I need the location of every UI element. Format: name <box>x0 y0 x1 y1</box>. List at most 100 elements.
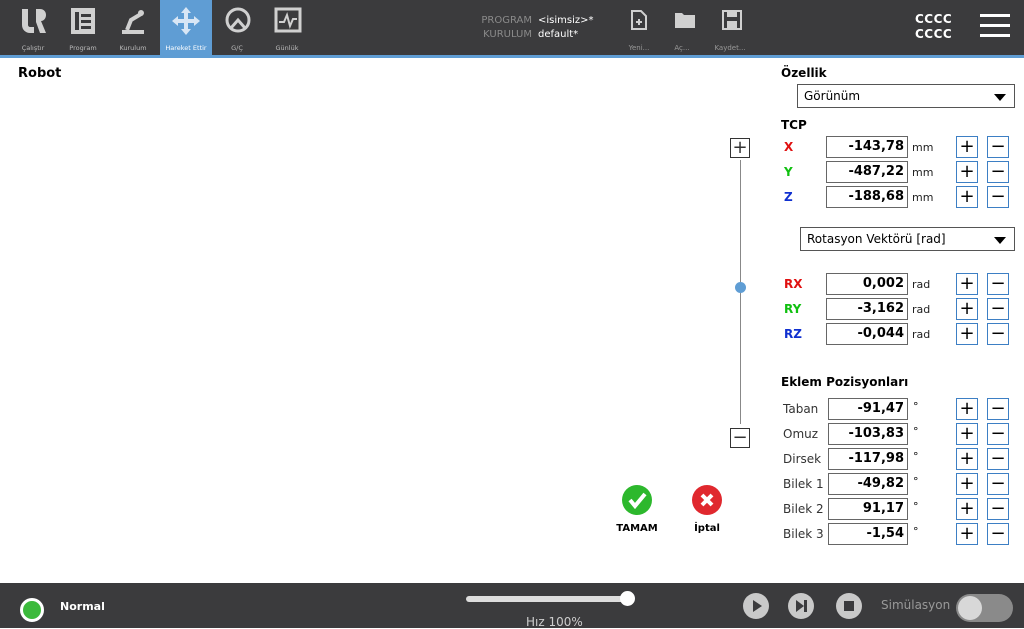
menu-icon[interactable] <box>980 14 1010 38</box>
tcp-title: TCP <box>781 118 807 132</box>
move-arrows-icon <box>172 7 200 35</box>
tcp-rx-plus-button[interactable]: + <box>956 273 978 295</box>
nav-move-label: Hareket Ettir <box>165 44 207 52</box>
joint-wrist1-unit: ° <box>913 475 919 488</box>
tcp-y-label: Y <box>784 165 793 179</box>
tcp-rz-unit: rad <box>912 328 931 341</box>
stop-icon <box>844 601 854 611</box>
joint-wrist1-minus-button[interactable]: − <box>987 473 1009 495</box>
cancel-button[interactable]: İptal <box>677 485 737 540</box>
joint-wrist3-plus-button[interactable]: + <box>956 523 978 545</box>
joint-positions-title: Eklem Pozisyonları <box>781 375 909 389</box>
joint-shoulder-unit: ° <box>913 425 919 438</box>
tcp-x-plus-button[interactable]: + <box>956 136 978 158</box>
nav-run[interactable]: Çalıştır <box>8 0 58 55</box>
status-indicator-icon[interactable] <box>20 598 44 622</box>
tcp-ry-label: RY <box>784 302 802 316</box>
joint-wrist2-label: Bilek 2 <box>783 502 824 516</box>
log-icon <box>274 7 302 33</box>
tcp-z-field[interactable]: -188,68 <box>826 186 908 208</box>
new-file-icon <box>631 10 647 30</box>
joint-shoulder-field[interactable]: -103,83 <box>828 423 908 445</box>
tcp-x-field[interactable]: -143,78 <box>826 136 908 158</box>
zoom-slider-knob[interactable] <box>735 282 746 293</box>
joint-elbow-minus-button[interactable]: − <box>987 448 1009 470</box>
joint-wrist1-plus-button[interactable]: + <box>956 473 978 495</box>
joint-base-label: Taban <box>783 402 819 416</box>
joint-elbow-field[interactable]: -117,98 <box>828 448 908 470</box>
tcp-rx-label: RX <box>784 277 803 291</box>
speed-slider[interactable] <box>466 596 630 602</box>
user-line-1: CCCC <box>915 12 953 26</box>
nav-move[interactable]: Hareket Ettir <box>160 0 212 55</box>
tcp-rz-plus-button[interactable]: + <box>956 323 978 345</box>
tcp-ry-plus-button[interactable]: + <box>956 298 978 320</box>
cancel-label: İptal <box>694 523 720 534</box>
folder-icon <box>675 13 695 28</box>
tcp-rz-field[interactable]: -0,044 <box>826 323 908 345</box>
nav-installation-label: Kurulum <box>119 44 147 52</box>
tcp-ry-minus-button[interactable]: − <box>987 298 1009 320</box>
feature-title: Özellik <box>781 66 827 80</box>
tcp-x-minus-button[interactable]: − <box>987 136 1009 158</box>
new-button[interactable]: Yeni... <box>619 8 659 55</box>
joint-wrist3-minus-button[interactable]: − <box>987 523 1009 545</box>
ur-logo-icon <box>22 9 46 33</box>
play-button[interactable] <box>743 593 769 619</box>
status-label: Normal <box>60 600 105 613</box>
tcp-y-plus-button[interactable]: + <box>956 161 978 183</box>
program-key: PROGRAM <box>481 15 532 26</box>
ok-label: TAMAM <box>616 523 658 534</box>
user-line-2: CCCC <box>915 27 953 41</box>
nav-run-label: Çalıştır <box>21 44 45 52</box>
joint-base-plus-button[interactable]: + <box>956 398 978 420</box>
simulation-toggle[interactable] <box>956 594 1013 622</box>
save-icon <box>722 10 742 30</box>
user-info: CCCC CCCC <box>915 12 952 42</box>
joint-wrist2-minus-button[interactable]: − <box>987 498 1009 520</box>
joint-wrist1-label: Bilek 1 <box>783 477 824 491</box>
tcp-z-minus-button[interactable]: − <box>987 186 1009 208</box>
tcp-rx-minus-button[interactable]: − <box>987 273 1009 295</box>
rotation-mode-dropdown[interactable]: Rotasyon Vektörü [rad] <box>800 227 1015 251</box>
tcp-rz-minus-button[interactable]: − <box>987 323 1009 345</box>
joint-shoulder-minus-button[interactable]: − <box>987 423 1009 445</box>
joint-elbow-plus-button[interactable]: + <box>956 448 978 470</box>
joint-base-field[interactable]: -91,47 <box>828 398 908 420</box>
stop-button[interactable] <box>836 593 862 619</box>
save-button[interactable]: Kaydet... <box>710 8 750 55</box>
speed-slider-knob[interactable] <box>620 591 635 606</box>
tcp-ry-unit: rad <box>912 303 931 316</box>
nav-program[interactable]: Program <box>58 0 108 55</box>
program-info: PROGRAM <isimsiz>* KURULUM default* <box>470 14 593 42</box>
joint-wrist2-plus-button[interactable]: + <box>956 498 978 520</box>
io-icon <box>225 7 251 33</box>
rotation-mode-selected: Rotasyon Vektörü [rad] <box>807 232 946 246</box>
nav-io[interactable]: G/Ç <box>212 0 262 55</box>
step-button[interactable] <box>788 593 814 619</box>
tcp-rx-unit: rad <box>912 278 931 291</box>
nav-log[interactable]: Günlük <box>262 0 312 55</box>
feature-dropdown[interactable]: Görünüm <box>797 84 1015 108</box>
tcp-z-plus-button[interactable]: + <box>956 186 978 208</box>
save-label: Kaydet... <box>714 44 746 52</box>
joint-base-unit: ° <box>913 400 919 413</box>
tcp-y-minus-button[interactable]: − <box>987 161 1009 183</box>
tcp-ry-field[interactable]: -3,162 <box>826 298 908 320</box>
zoom-out-button[interactable]: − <box>730 428 750 448</box>
open-button[interactable]: Aç... <box>662 8 702 55</box>
nav-installation[interactable]: Kurulum <box>108 0 158 55</box>
joint-shoulder-plus-button[interactable]: + <box>956 423 978 445</box>
tcp-rx-field[interactable]: 0,002 <box>826 273 908 295</box>
ok-button[interactable]: TAMAM <box>607 485 667 540</box>
top-bar: Çalıştır Program Kurulum Hareket Ettir G… <box>0 0 1024 55</box>
joint-wrist2-field[interactable]: 91,17 <box>828 498 908 520</box>
zoom-in-button[interactable]: + <box>730 138 750 158</box>
tcp-y-unit: mm <box>912 166 934 179</box>
joint-wrist1-field[interactable]: -49,82 <box>828 473 908 495</box>
tcp-y-field[interactable]: -487,22 <box>826 161 908 183</box>
joint-base-minus-button[interactable]: − <box>987 398 1009 420</box>
play-icon <box>753 600 762 612</box>
feature-selected: Görünüm <box>804 89 861 103</box>
joint-wrist3-field[interactable]: -1,54 <box>828 523 908 545</box>
